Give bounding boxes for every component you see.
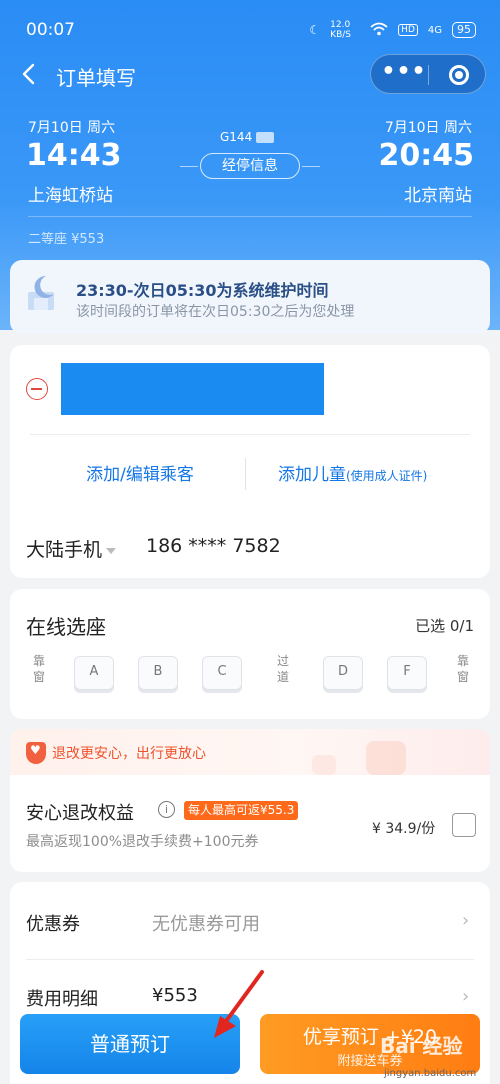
add-child-label: 添加儿童 [278,465,346,485]
wifi-icon [370,22,388,39]
aisle-label: 过道 [276,654,289,684]
insurance-promo-badge: 每人最高可返¥55.3 [184,801,299,820]
nav-bar: 订单填写 ••• [0,54,500,96]
seat-f-button[interactable]: F [387,656,427,690]
notice-title: 23:30-次日05:30为系统维护时间 [76,281,329,300]
seat-a-button[interactable]: A [74,656,114,690]
insurance-description: 最高返现100%退改手续费+100元券 [26,834,259,850]
fee-detail-value: ¥553 [152,985,198,1006]
insurance-banner-text: 退改更安心，出行更放心 [52,746,206,762]
back-button[interactable] [18,60,44,90]
add-edit-passenger-button[interactable]: 添加/编辑乘客 [70,460,210,485]
phone-region-select[interactable]: 大陆手机 [26,535,117,562]
insurance-card: 退改更安心，出行更放心 安心退改权益 i 每人最高可返¥55.3 最高返现100… [10,729,490,872]
passenger-divider [30,434,470,435]
status-icons: ☾ 12.0 KB/S HD 4G 95 [309,20,476,40]
fees-divider [26,959,474,960]
more-icon[interactable]: ••• [381,59,427,89]
arrival-station: 北京南站 [404,186,472,206]
train-number: G144 [220,130,275,144]
mini-program-capsule: ••• [370,54,486,94]
seat-b-button[interactable]: B [138,656,178,690]
arrival-date: 7月10日 周六 [384,120,472,136]
seat-selected-count: 已选 0/1 [415,617,474,635]
departure-time: 14:43 [26,138,122,173]
route-line-right [302,166,320,167]
phone-region-label: 大陆手机 [26,539,103,561]
trip-divider [28,216,472,217]
coupon-value: 无优惠券可用 [152,914,260,935]
seat-d-button[interactable]: D [323,656,363,690]
decor-heart-small [312,755,336,775]
seat-c-button[interactable]: C [202,656,242,690]
caret-down-icon [106,547,117,554]
window-label-right: 靠窗 [456,654,469,684]
chevron-right-icon: › [462,910,470,931]
train-number-text: G144 [220,130,253,144]
seat-selection-title: 在线选座 [26,615,106,639]
decor-heart-large [366,741,406,775]
net-speed: 12.0 KB/S [330,20,351,40]
passenger-card: 添加/编辑乘客 添加儿童(使用成人证件) 大陆手机 186 **** 7582 [10,345,490,578]
insurance-banner: 退改更安心，出行更放心 [10,729,490,775]
hd-badge: HD [398,24,418,36]
stops-info-button[interactable]: 经停信息 [200,153,300,179]
add-child-note: (使用成人证件) [346,469,428,483]
close-target-icon[interactable] [449,65,469,85]
insurance-price: ¥ 34.9/份 [372,821,436,837]
page-title: 订单填写 [56,66,136,90]
phone-number[interactable]: 186 **** 7582 [146,535,281,557]
remove-passenger-icon[interactable] [26,378,48,400]
insurance-checkbox[interactable] [452,813,476,837]
seat-class-price: 二等座 ¥553 [28,232,105,247]
seat-selection-card: 在线选座 已选 0/1 靠窗 A B C 过道 D F 靠窗 [10,589,490,719]
status-time: 00:07 [26,20,75,40]
insurance-title: 安心退改权益 [26,803,134,824]
shield-heart-icon [26,742,46,764]
status-bar: 00:07 ☾ 12.0 KB/S HD 4G 95 [0,0,500,56]
moon-icon: ☾ [309,23,321,37]
id-card-icon [256,131,275,143]
departure-date: 7月10日 周六 [28,120,116,136]
watermark-brand: Bai 经验 [380,1034,463,1058]
notice-subtitle: 该时间段的订单将在次日05:30之后为您处理 [76,304,355,320]
arrival-time: 20:45 [378,138,475,173]
info-icon[interactable]: i [158,801,175,818]
signal-4g: 4G [427,24,442,36]
battery-icon: 95 [452,22,476,38]
red-arrow-annotation [214,970,264,1038]
route-line-left [180,166,198,167]
moon-building-icon [24,272,60,312]
watermark-url: jingyan.baidu.com [384,1068,477,1079]
capsule-separator [428,65,429,85]
window-label-left: 靠窗 [32,654,45,684]
passenger-info-redacted [61,363,324,415]
departure-station: 上海虹桥站 [28,186,113,206]
fee-detail-label: 费用明细 [26,989,98,1010]
chevron-right-icon: › [462,986,470,1007]
coupon-label: 优惠券 [26,914,80,935]
add-child-button[interactable]: 添加儿童(使用成人证件) [278,460,427,485]
passenger-action-separator [245,458,246,490]
chevron-left-icon [22,63,35,85]
maintenance-notice: 23:30-次日05:30为系统维护时间 该时间段的订单将在次日05:30之后为… [10,260,490,334]
